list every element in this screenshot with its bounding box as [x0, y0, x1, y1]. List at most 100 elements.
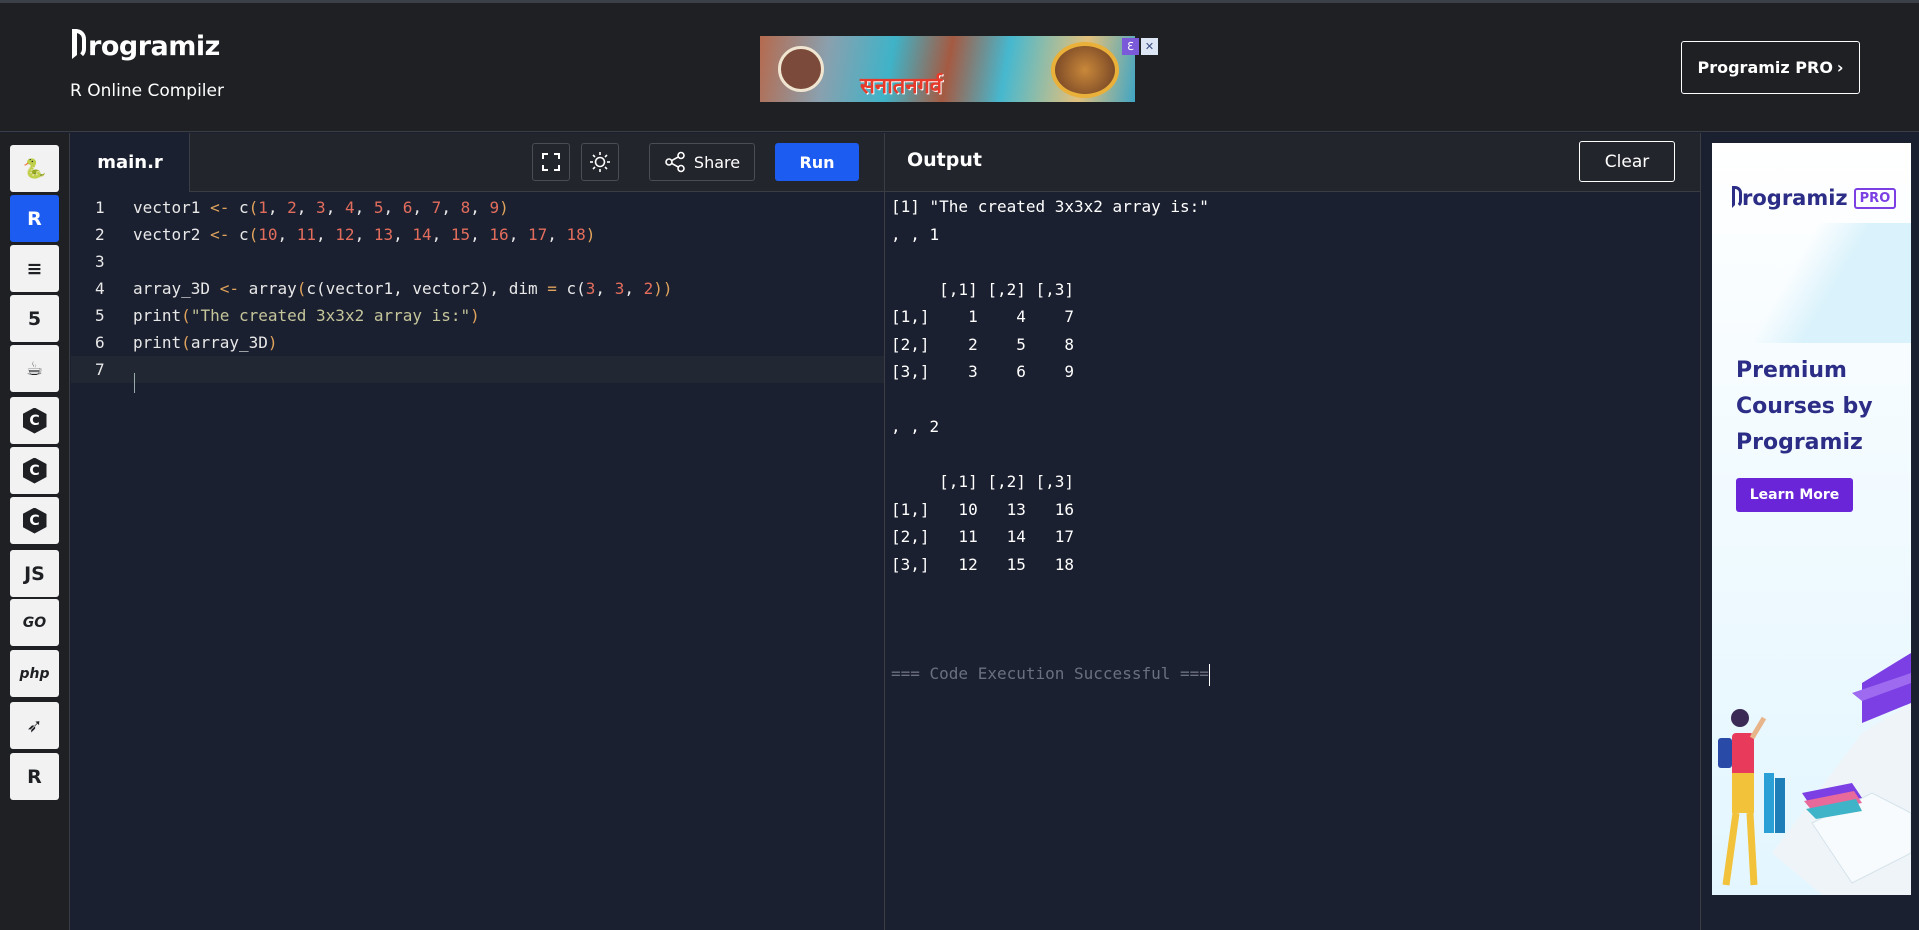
cpp-icon: C — [22, 457, 47, 484]
ad-portrait-image — [1051, 42, 1119, 98]
swift-icon: ➶ — [26, 714, 43, 737]
language-sidebar: 🐍 R ≡ 5 ☕ C C C JS GO php ➶ R — [0, 133, 70, 930]
output-line: [2,] 2 5 8 — [891, 334, 1075, 354]
line-number: 7 — [95, 360, 105, 379]
promo-pro-tag: PRO — [1853, 187, 1897, 209]
line-number: 2 — [95, 225, 105, 244]
code-line[interactable]: 6 print(array_3D) — [71, 329, 884, 356]
sun-icon — [590, 152, 610, 172]
promo-stripe — [1712, 223, 1911, 343]
output-line: [2,] 11 14 17 — [891, 527, 1075, 546]
output-line: [1,] 1 4 7 — [891, 307, 1075, 326]
clear-button[interactable]: Clear — [1579, 141, 1675, 182]
code-line[interactable]: 7 — [71, 356, 884, 393]
pro-button-label: Programiz PRO — [1697, 58, 1833, 77]
programiz-logo[interactable]: rogramiz — [72, 29, 220, 62]
code-text: array_3D <- array(c(vector1, vector2), d… — [133, 279, 673, 298]
c-icon: C — [22, 407, 47, 434]
ad-text: सनातनगर्व — [860, 74, 943, 99]
right-ad-column: rogramiz PRO Premium Courses by Programi… — [1700, 133, 1919, 930]
output-line: [1] "The created 3x3x2 array is:" — [891, 197, 1209, 216]
sidebar-lang-r[interactable]: R — [10, 195, 59, 242]
sidebar-lang-swift[interactable]: ➶ — [10, 702, 59, 749]
ad-badges: ℇ ✕ — [1122, 38, 1158, 55]
ad-close-icon[interactable]: ✕ — [1141, 38, 1158, 55]
editor-toolbar: main.r Share Run — [71, 133, 884, 192]
output-line: [1,] 10 13 16 — [891, 499, 1075, 519]
theme-toggle-button[interactable] — [581, 143, 619, 181]
code-text: print("The created 3x3x2 array is:") — [133, 306, 480, 325]
sidebar-lang-c[interactable]: C — [10, 397, 59, 444]
line-number: 6 — [95, 333, 105, 352]
code-text: print(array_3D) — [133, 333, 278, 352]
rust-icon: R — [27, 765, 42, 788]
code-editor[interactable]: 1 vector1 <- c(1, 2, 3, 4, 5, 6, 7, 8, 9)… — [71, 193, 884, 930]
share-label: Share — [693, 152, 741, 172]
code-line[interactable]: 1 vector1 <- c(1, 2, 3, 4, 5, 6, 7, 8, 9) — [71, 194, 884, 221]
output-title: Output — [907, 149, 982, 171]
sidebar-lang-csharp[interactable]: C — [10, 497, 59, 544]
r-icon: R — [27, 207, 42, 230]
html-icon: 5 — [27, 307, 42, 330]
output-console[interactable]: [1] "The created 3x3x2 array is:" , , 1 [… — [885, 193, 1700, 930]
output-line: [3,] 3 6 9 — [891, 362, 1075, 381]
output-cursor — [1208, 663, 1210, 686]
line-number: 3 — [95, 252, 105, 271]
js-icon: JS — [24, 562, 45, 585]
text-cursor — [134, 372, 135, 393]
share-icon — [665, 151, 685, 173]
sql-icon: ≡ — [26, 257, 43, 280]
output-line: [,1] [,2] [,3] — [891, 279, 1075, 299]
line-number: 5 — [95, 306, 105, 325]
sidebar-lang-java[interactable]: ☕ — [10, 345, 59, 392]
output-line: , , 1 — [891, 224, 940, 244]
promo-p-icon — [1732, 186, 1742, 208]
run-button[interactable]: Run — [775, 143, 859, 181]
sidebar-lang-cpp[interactable]: C — [10, 447, 59, 494]
promo-ad[interactable]: rogramiz PRO Premium Courses by Programi… — [1712, 143, 1911, 895]
sidebar-lang-html[interactable]: 5 — [10, 295, 59, 342]
student-illustration — [1718, 653, 1911, 895]
code-line[interactable]: 5 print("The created 3x3x2 array is:") — [71, 302, 884, 329]
tab-main-r[interactable]: main.r — [71, 133, 190, 192]
java-icon: ☕ — [25, 357, 44, 380]
page-subtitle: R Online Compiler — [70, 81, 224, 101]
logo-text: rogramiz — [88, 31, 220, 62]
sidebar-lang-js[interactable]: JS — [10, 550, 59, 597]
ad-banner[interactable]: सनातनगर्व — [760, 36, 1135, 102]
programiz-p-icon — [72, 29, 86, 59]
learn-more-button[interactable]: Learn More — [1736, 478, 1853, 512]
code-line[interactable]: 2 vector2 <- c(10, 11, 12, 13, 14, 15, 16… — [71, 221, 884, 248]
sidebar-lang-php[interactable]: php — [10, 650, 59, 697]
header: rogramiz R Online Compiler सनातनगर्व ℇ ✕… — [0, 3, 1919, 132]
promo-logo: rogramiz PRO — [1732, 186, 1897, 210]
output-toolbar: Output Clear — [885, 133, 1700, 192]
line-number: 4 — [95, 279, 105, 298]
sidebar-lang-sql[interactable]: ≡ — [10, 245, 59, 292]
share-button[interactable]: Share — [649, 143, 755, 181]
line-number: 1 — [95, 198, 105, 217]
sidebar-lang-python[interactable]: 🐍 — [10, 145, 59, 192]
sidebar-lang-go[interactable]: GO — [10, 599, 59, 646]
promo-headline: Premium Courses by Programiz — [1736, 358, 1873, 455]
ad-seal-image — [778, 46, 824, 92]
code-text: vector2 <- c(10, 11, 12, 13, 14, 15, 16,… — [133, 225, 596, 244]
python-icon: 🐍 — [22, 158, 47, 180]
output-line: [,1] [,2] [,3] — [891, 472, 1075, 491]
execution-status: === Code Execution Successful === — [891, 660, 1210, 687]
go-icon: GO — [22, 614, 47, 631]
fullscreen-button[interactable] — [532, 143, 570, 181]
sidebar-lang-rust[interactable]: R — [10, 753, 59, 800]
code-text: vector1 <- c(1, 2, 3, 4, 5, 6, 7, 8, 9) — [133, 198, 509, 217]
php-icon: php — [19, 665, 50, 682]
ad-info-icon[interactable]: ℇ — [1122, 38, 1139, 55]
promo-logo-text: rogramiz — [1742, 186, 1848, 210]
fullscreen-icon — [542, 153, 560, 171]
code-line[interactable]: 3 — [71, 248, 884, 275]
csharp-icon: C — [22, 507, 47, 534]
output-line: [3,] 12 15 18 — [891, 554, 1075, 574]
code-line[interactable]: 4 array_3D <- array(c(vector1, vector2), … — [71, 275, 884, 302]
chevron-right-icon: › — [1836, 58, 1844, 77]
output-line: , , 2 — [891, 417, 940, 436]
programiz-pro-button[interactable]: Programiz PRO › — [1681, 41, 1860, 94]
